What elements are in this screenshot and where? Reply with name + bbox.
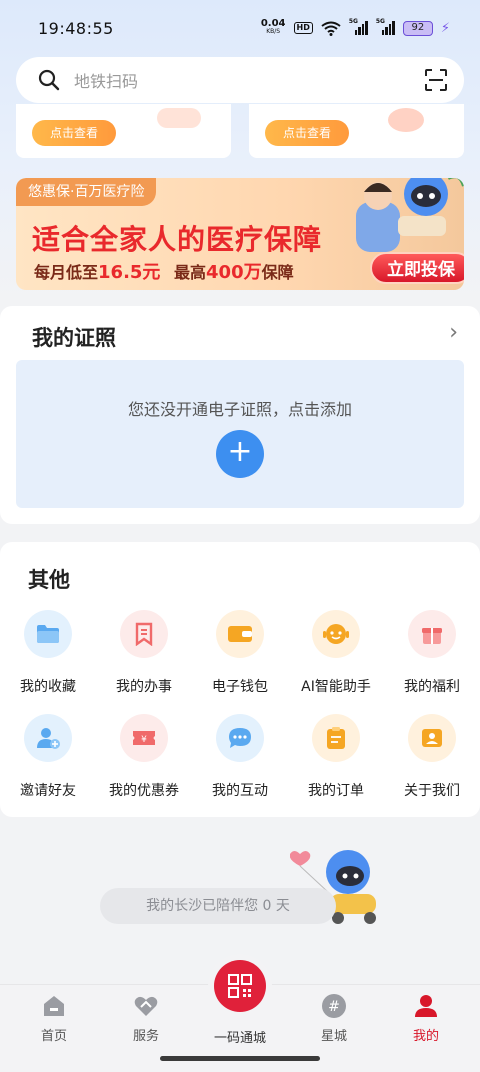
svg-text:#: # — [328, 999, 340, 1015]
hashtag-icon: # — [322, 994, 346, 1018]
charging-icon: ⚡ — [440, 20, 450, 36]
grid-item-about[interactable]: 关于我们 — [384, 710, 480, 814]
tab-mine[interactable]: 我的 — [386, 993, 466, 1044]
status-icons: 0.04 KB/S HD 5G 5G 92 ⚡ — [260, 18, 450, 36]
scan-icon[interactable] — [424, 68, 448, 92]
add-user-icon — [24, 714, 72, 762]
signal-icon-2: 5G — [376, 18, 395, 35]
status-bar: 19:48:55 0.04 KB/S HD 5G 5G 92 ⚡ — [0, 0, 480, 56]
mascot-illustration — [356, 178, 464, 252]
view-button[interactable]: 点击查看 — [265, 120, 349, 146]
qr-code-button[interactable] — [214, 960, 266, 1012]
battery-icon: 92 — [402, 20, 433, 36]
section-title: 我的证照 — [32, 326, 116, 350]
grid-item-invite[interactable]: 邀请好友 — [0, 710, 96, 814]
license-section: 我的证照 › 您还没开通电子证照，点击添加 + — [0, 306, 480, 524]
network-speed: 0.04 KB/S — [260, 18, 286, 36]
gift-icon — [408, 610, 456, 658]
home-indicator — [160, 1056, 320, 1061]
add-license-card[interactable]: 您还没开通电子证照，点击添加 + — [16, 360, 464, 508]
wallet-icon — [216, 610, 264, 658]
chevron-right-icon[interactable]: › — [449, 320, 458, 345]
home-icon — [44, 996, 64, 1016]
signal-icon: 5G — [349, 18, 368, 35]
search-bar[interactable]: 地铁扫码 — [16, 57, 464, 103]
companion-days: 我的长沙已陪伴您 0 天 — [100, 888, 336, 924]
net-speed-unit: KB/S — [266, 28, 281, 35]
order-icon — [312, 714, 360, 762]
search-input[interactable]: 地铁扫码 — [74, 68, 424, 92]
license-empty-text: 您还没开通电子证照，点击添加 — [127, 400, 352, 419]
status-time: 19:48:55 — [38, 18, 114, 38]
net-speed-value: 0.04 — [260, 18, 286, 29]
chat-icon — [216, 714, 264, 762]
buy-insurance-button[interactable]: 立即投保 — [370, 252, 464, 284]
add-license-button[interactable]: + — [216, 430, 264, 478]
banner-subtitle: 每月低至16.5元 最高400万保障 — [34, 262, 294, 283]
feature-card[interactable]: 点击查看 — [16, 104, 231, 158]
feature-card[interactable]: 点击查看 — [249, 104, 464, 158]
qr-code-icon — [228, 974, 252, 998]
grid-item-wallet[interactable]: 电子钱包 — [192, 606, 288, 710]
card-illustration — [388, 108, 424, 132]
search-icon — [38, 69, 60, 91]
wifi-icon — [321, 21, 341, 36]
other-grid: 我的收藏 我的办事 电子钱包 AI智能助手 我的福利 邀请好友 ¥ 我的优惠券 … — [0, 606, 480, 814]
tab-star-city[interactable]: # 星城 — [294, 993, 374, 1044]
bookmark-icon — [120, 610, 168, 658]
view-button[interactable]: 点击查看 — [32, 120, 116, 146]
tab-home[interactable]: 首页 — [14, 993, 94, 1044]
folder-icon — [24, 610, 72, 658]
insurance-banner[interactable]: 悠惠保·百万医疗险 适合全家人的医疗保障 每月低至16.5元 最高400万保障 … — [16, 178, 464, 290]
banner-tag: 悠惠保·百万医疗险 — [16, 178, 157, 206]
robot-icon — [312, 610, 360, 658]
tab-service[interactable]: 服务 — [106, 993, 186, 1044]
grid-item-favorites[interactable]: 我的收藏 — [0, 606, 96, 710]
center-tab-label: 一码通城 — [213, 1031, 266, 1046]
banner-title: 适合全家人的医疗保障 — [32, 223, 323, 256]
grid-item-ai-assistant[interactable]: AI智能助手 — [288, 606, 384, 710]
grid-item-affairs[interactable]: 我的办事 — [96, 606, 192, 710]
heart-hands-icon — [134, 996, 158, 1016]
svg-text:¥: ¥ — [141, 735, 147, 745]
other-section: 其他 我的收藏 我的办事 电子钱包 AI智能助手 我的福利 邀请好友 ¥ 我的优… — [0, 542, 480, 817]
user-icon — [415, 995, 437, 1017]
about-icon — [408, 714, 456, 762]
grid-item-interactions[interactable]: 我的互动 — [192, 710, 288, 814]
grid-item-welfare[interactable]: 我的福利 — [384, 606, 480, 710]
hd-icon: HD — [293, 22, 313, 34]
section-title: 其他 — [28, 568, 70, 592]
grid-item-coupons[interactable]: ¥ 我的优惠券 — [96, 710, 192, 814]
coupon-icon: ¥ — [120, 714, 168, 762]
card-illustration — [157, 108, 201, 128]
grid-item-orders[interactable]: 我的订单 — [288, 710, 384, 814]
